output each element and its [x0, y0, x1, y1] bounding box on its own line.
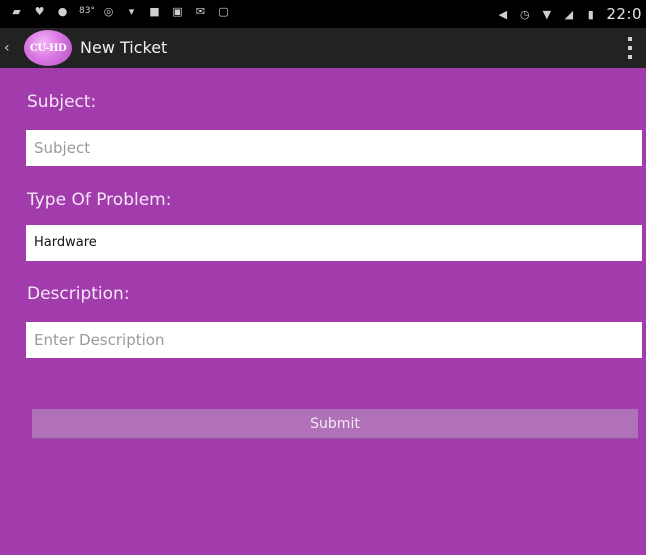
- page-title: New Ticket: [80, 38, 168, 57]
- app-screen: ▰ ♥ ● 83° ◎ ▾ ■ ▣ ✉ ▢ ◀ ◷ ▼ ◢ ▮ 22:0 ‹ C…: [0, 0, 646, 555]
- type-of-problem-label: Type Of Problem:: [27, 190, 172, 210]
- mail-icon: ✉: [195, 5, 206, 18]
- mute-icon: ◀: [498, 7, 508, 21]
- notification-icons: ▰ ♥ ● 83° ◎ ▾ ■ ▣ ✉ ▢: [10, 5, 230, 18]
- problem-type-select[interactable]: Hardware: [26, 225, 642, 261]
- app-logo[interactable]: CU-HD: [24, 30, 72, 66]
- description-input[interactable]: [26, 322, 642, 358]
- logo-text: CU-HD: [29, 42, 67, 54]
- image-icon: ▰: [12, 5, 21, 18]
- status-bar: ▰ ♥ ● 83° ◎ ▾ ■ ▣ ✉ ▢ ◀ ◷ ▼ ◢ ▮ 22:0: [0, 0, 646, 28]
- submit-button[interactable]: Submit: [32, 409, 638, 439]
- alarm-icon: ◷: [520, 7, 530, 21]
- circle-badge-icon: ◎: [103, 5, 114, 18]
- description-label: Description:: [27, 284, 130, 304]
- action-bar: ‹ CU-HD New Ticket: [0, 28, 646, 68]
- wifi-icon: ▼: [542, 7, 552, 21]
- gallery-icon: ▢: [218, 5, 229, 18]
- status-clock: 22:0: [606, 5, 642, 23]
- chat-icon: ●: [57, 5, 68, 18]
- wifi-notification-icon: ▾: [128, 5, 135, 18]
- overflow-menu-icon[interactable]: [626, 37, 634, 59]
- back-chevron-icon[interactable]: ‹: [4, 36, 16, 60]
- battery-icon: ▮: [587, 7, 594, 21]
- signal-icon: ◢: [564, 7, 574, 21]
- twitter-icon: ♥: [34, 5, 45, 18]
- temperature-text: 83°: [79, 6, 95, 16]
- subject-label: Subject:: [27, 92, 97, 112]
- app-icon: ■: [149, 5, 160, 18]
- system-icons: ◀ ◷ ▼ ◢ ▮ 22:0: [496, 5, 642, 23]
- subject-input[interactable]: [26, 130, 642, 166]
- app2-icon: ▣: [172, 5, 183, 18]
